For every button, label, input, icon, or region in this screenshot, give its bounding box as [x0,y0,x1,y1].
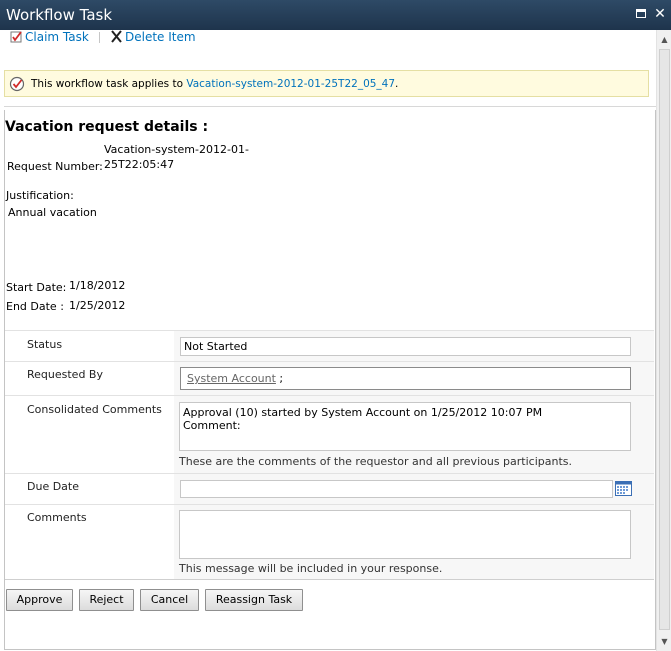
claim-task-label: Claim Task [25,30,89,44]
claim-task-button[interactable]: Claim Task [10,30,89,44]
consolidated-comments-hint: These are the comments of the requestor … [179,455,573,468]
title-bar: Workflow Task ✕ [0,0,671,30]
workflow-item-link[interactable]: Vacation-system-2012-01-25T22_05_47 [186,78,395,90]
comments-textarea[interactable] [179,510,631,559]
ribbon-toolbar: Claim Task Delete Item [8,30,648,48]
consolidated-comments-label: Consolidated Comments [27,403,162,416]
consolidated-comments-line1: Approval (10) started by System Account … [183,406,543,419]
notice-prefix: This workflow task applies to [31,78,187,90]
form-row-divider [5,330,654,331]
dialog-content: Claim Task Delete Item This workflow tas… [0,30,656,651]
end-date-label: End Date : [6,300,64,313]
due-date-label: Due Date [27,480,79,493]
workflow-notice: This workflow task applies to Vacation-s… [4,70,649,97]
start-date-value: 1/18/2012 [69,279,126,292]
reject-button[interactable]: Reject [79,589,134,611]
details-heading: Vacation request details : [5,119,209,135]
requested-by-user-link[interactable]: System Account [187,372,276,385]
form-row-divider [5,361,654,362]
delete-item-label: Delete Item [125,30,196,44]
workflow-task-icon [9,76,25,92]
cancel-button[interactable]: Cancel [140,589,199,611]
vertical-scrollbar[interactable]: ▲ ▼ [656,30,671,651]
scroll-down-icon[interactable]: ▼ [657,634,671,649]
request-number-label: Request Number: [7,160,103,173]
requested-by-field[interactable]: System Account ; [180,367,631,390]
form-row-divider [5,395,654,396]
requested-by-label: Requested By [27,368,103,381]
reassign-task-button[interactable]: Reassign Task [205,589,303,611]
justification-label: Justification: [6,189,74,202]
requested-by-separator: ; [275,372,284,385]
request-number-line2: 25T22:05:47 [104,158,175,171]
notice-suffix: . [395,78,399,90]
end-date-value: 1/25/2012 [69,299,126,312]
scroll-up-icon[interactable]: ▲ [657,32,671,47]
notice-text: This workflow task applies to Vacation-s… [31,78,398,90]
request-number-line1: Vacation-system-2012-01- [104,143,249,156]
comments-hint: This message will be included in your re… [179,562,443,575]
status-label: Status [27,338,63,351]
form-row-divider [5,579,654,580]
consolidated-comments-field: Approval (10) started by System Account … [179,402,631,451]
consolidated-comments-line2: Comment: [183,419,241,432]
calendar-icon[interactable] [615,481,632,496]
due-date-input[interactable] [180,480,613,498]
justification-value: Annual vacation [8,206,97,219]
delete-item-button[interactable]: Delete Item [110,30,196,44]
start-date-label: Start Date: [6,281,67,294]
comments-label: Comments [27,511,87,524]
content-divider [4,106,656,107]
toolbar-separator [99,32,100,43]
restore-window-icon[interactable] [633,6,649,22]
form-row-divider [5,504,654,505]
approve-button[interactable]: Approve [6,589,73,611]
close-icon[interactable]: ✕ [652,6,668,22]
status-field: Not Started [180,337,631,356]
scroll-thumb[interactable] [659,49,670,630]
window-title: Workflow Task [6,6,113,24]
form-row-divider [5,473,654,474]
claim-task-icon [10,31,22,43]
delete-x-icon [111,30,122,43]
